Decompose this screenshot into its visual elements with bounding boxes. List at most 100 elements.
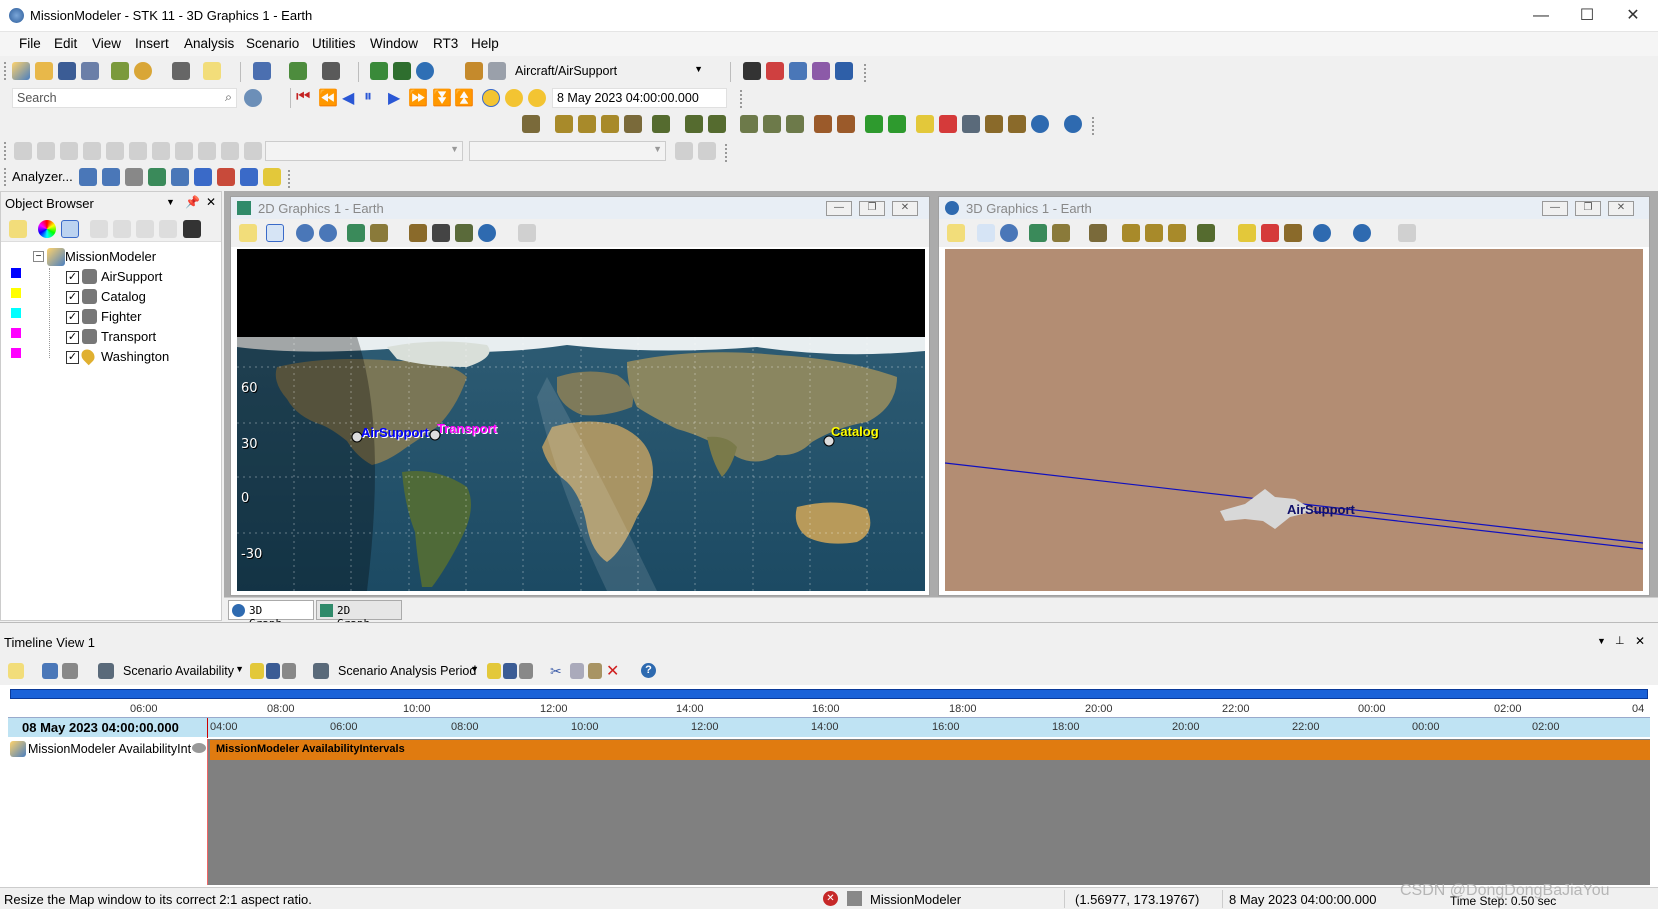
home-view-icon[interactable]	[1122, 224, 1140, 242]
menu-window[interactable]: Window	[370, 36, 418, 51]
analyzer-sweep2-icon[interactable]	[217, 168, 235, 186]
analyzer-chart-icon[interactable]	[79, 168, 97, 186]
panel-close-icon[interactable]: ✕	[206, 195, 216, 209]
map-b-icon[interactable]	[370, 224, 388, 242]
menu-analysis[interactable]: Analysis	[184, 36, 234, 51]
binoculars-icon[interactable]	[183, 220, 201, 238]
pen-yellow-icon[interactable]	[916, 115, 934, 133]
menu-file[interactable]: File	[19, 36, 41, 51]
minimize-button[interactable]: —	[1518, 0, 1564, 32]
layers-icon[interactable]	[455, 224, 473, 242]
satellite-view-icon[interactable]	[652, 115, 670, 133]
object-combo[interactable]: Aircraft/AirSupport ▼	[510, 61, 707, 81]
x-realtime-icon[interactable]	[505, 89, 523, 107]
pan-icon[interactable]	[266, 224, 284, 242]
visibility-checkbox[interactable]: ✓	[66, 311, 79, 324]
tool-a-icon[interactable]	[740, 115, 758, 133]
check-icon[interactable]	[61, 220, 79, 238]
view-from-icon[interactable]	[1089, 224, 1107, 242]
search-icon[interactable]: ⌕	[225, 90, 232, 105]
terrain-alt-icon[interactable]	[837, 115, 855, 133]
analyzer-notes-icon[interactable]	[263, 168, 281, 186]
tab-3d-graphics[interactable]: 3D Graph...	[228, 600, 314, 630]
analysis-period-icon[interactable]	[313, 663, 329, 679]
panel-close-icon[interactable]: ✕	[1635, 634, 1645, 648]
save-all-icon[interactable]	[81, 62, 99, 80]
toolbar-grip[interactable]	[288, 170, 292, 188]
globe-view-icon[interactable]	[685, 115, 703, 133]
dropdown-icon[interactable]: ▼	[166, 197, 175, 207]
arrow-down-icon[interactable]	[865, 115, 883, 133]
zoom-icon[interactable]	[1000, 224, 1018, 242]
tree-item-washington[interactable]: ✓ Washington	[61, 346, 211, 368]
step-back-icon[interactable]: ⏪	[318, 88, 338, 108]
satellite-view-icon[interactable]	[1197, 224, 1215, 242]
time-scrub-bar[interactable]	[10, 689, 1648, 699]
close-2d-button[interactable]: ✕	[892, 201, 918, 216]
open-icon[interactable]	[35, 62, 53, 80]
toolbar-grip[interactable]	[864, 64, 868, 82]
chase-view-icon[interactable]	[708, 115, 726, 133]
play-forward-icon[interactable]: ▶	[388, 88, 400, 108]
scenario-availability-combo[interactable]: Scenario Availability ▼	[118, 661, 248, 681]
measure-icon[interactable]	[1284, 224, 1302, 242]
pin-icon[interactable]: ⊥	[1615, 634, 1625, 647]
dropdown-icon[interactable]: ▼	[1597, 636, 1606, 646]
edit-pen-icon[interactable]	[250, 663, 264, 679]
globe-icon[interactable]	[1031, 115, 1049, 133]
tree-item-airsupport[interactable]: ✓ AirSupport	[61, 268, 211, 288]
play-backward-icon[interactable]: ◀	[342, 88, 354, 108]
visibility-checkbox[interactable]: ✓	[66, 331, 79, 344]
world-map[interactable]	[237, 337, 925, 591]
ruler-icon[interactable]	[432, 224, 450, 242]
reset-icon[interactable]: ⏮	[296, 88, 310, 106]
scenario-time-icon[interactable]	[98, 663, 114, 679]
globe-settings-icon[interactable]	[1064, 115, 1082, 133]
availability-interval-bar[interactable]: MissionModeler AvailabilityIntervals	[210, 740, 1650, 760]
report-icon[interactable]	[253, 62, 271, 80]
globe-settings-icon[interactable]	[1313, 224, 1331, 242]
sort-icon[interactable]	[835, 62, 853, 80]
help-icon[interactable]: ?	[641, 663, 656, 678]
new-scenario-icon[interactable]	[12, 62, 30, 80]
cut-icon[interactable]: ✂	[550, 663, 562, 680]
toolbar-grip[interactable]	[740, 90, 744, 108]
tree-item-catalog[interactable]: ✓ Catalog	[61, 288, 211, 308]
color-wheel-icon[interactable]	[38, 220, 56, 238]
realtime-icon[interactable]	[482, 89, 500, 107]
monitor-icon[interactable]	[743, 62, 761, 80]
visibility-checkbox[interactable]: ✓	[66, 271, 79, 284]
collapse-icon[interactable]: −	[33, 251, 44, 262]
step-forward-icon[interactable]: ⏩	[408, 88, 428, 108]
toolbar-grip[interactable]	[4, 142, 8, 160]
terrain-icon[interactable]	[814, 115, 832, 133]
timeline-a-icon[interactable]	[42, 663, 58, 679]
increase-step-icon[interactable]: ⏫	[454, 88, 474, 108]
notes-icon[interactable]	[203, 62, 221, 80]
eye-icon[interactable]	[192, 743, 206, 753]
delete-icon[interactable]: ✕	[606, 661, 619, 681]
save-icon[interactable]	[58, 62, 76, 80]
properties-icon[interactable]	[947, 224, 965, 242]
menu-scenario[interactable]: Scenario	[246, 36, 299, 51]
view-from-icon[interactable]	[522, 115, 540, 133]
visibility-checkbox[interactable]: ✓	[66, 291, 79, 304]
notes-icon[interactable]	[9, 220, 27, 238]
map-a-icon[interactable]	[1029, 224, 1047, 242]
print-icon[interactable]	[172, 62, 190, 80]
table-icon[interactable]	[812, 62, 830, 80]
analyzer-sweep3-icon[interactable]	[240, 168, 258, 186]
place-icon[interactable]	[134, 62, 152, 80]
pin-icon[interactable]: 📌	[185, 195, 200, 209]
tool-b-icon[interactable]	[763, 115, 781, 133]
menu-edit[interactable]: Edit	[54, 36, 77, 51]
timeline-row-label[interactable]: MissionModeler AvailabilityInt	[8, 739, 208, 759]
restore-3d-button[interactable]: ❐	[1575, 201, 1601, 216]
tab-2d-graphics[interactable]: 2D Graph...	[316, 600, 402, 630]
object-selector-icon[interactable]	[488, 62, 506, 80]
pen-red-icon[interactable]	[1261, 224, 1279, 242]
analyzer-carpet-icon[interactable]	[171, 168, 189, 186]
decrease-step-icon[interactable]: ⏬	[432, 88, 452, 108]
menu-help[interactable]: Help	[471, 36, 499, 51]
copy-icon[interactable]	[570, 663, 584, 679]
